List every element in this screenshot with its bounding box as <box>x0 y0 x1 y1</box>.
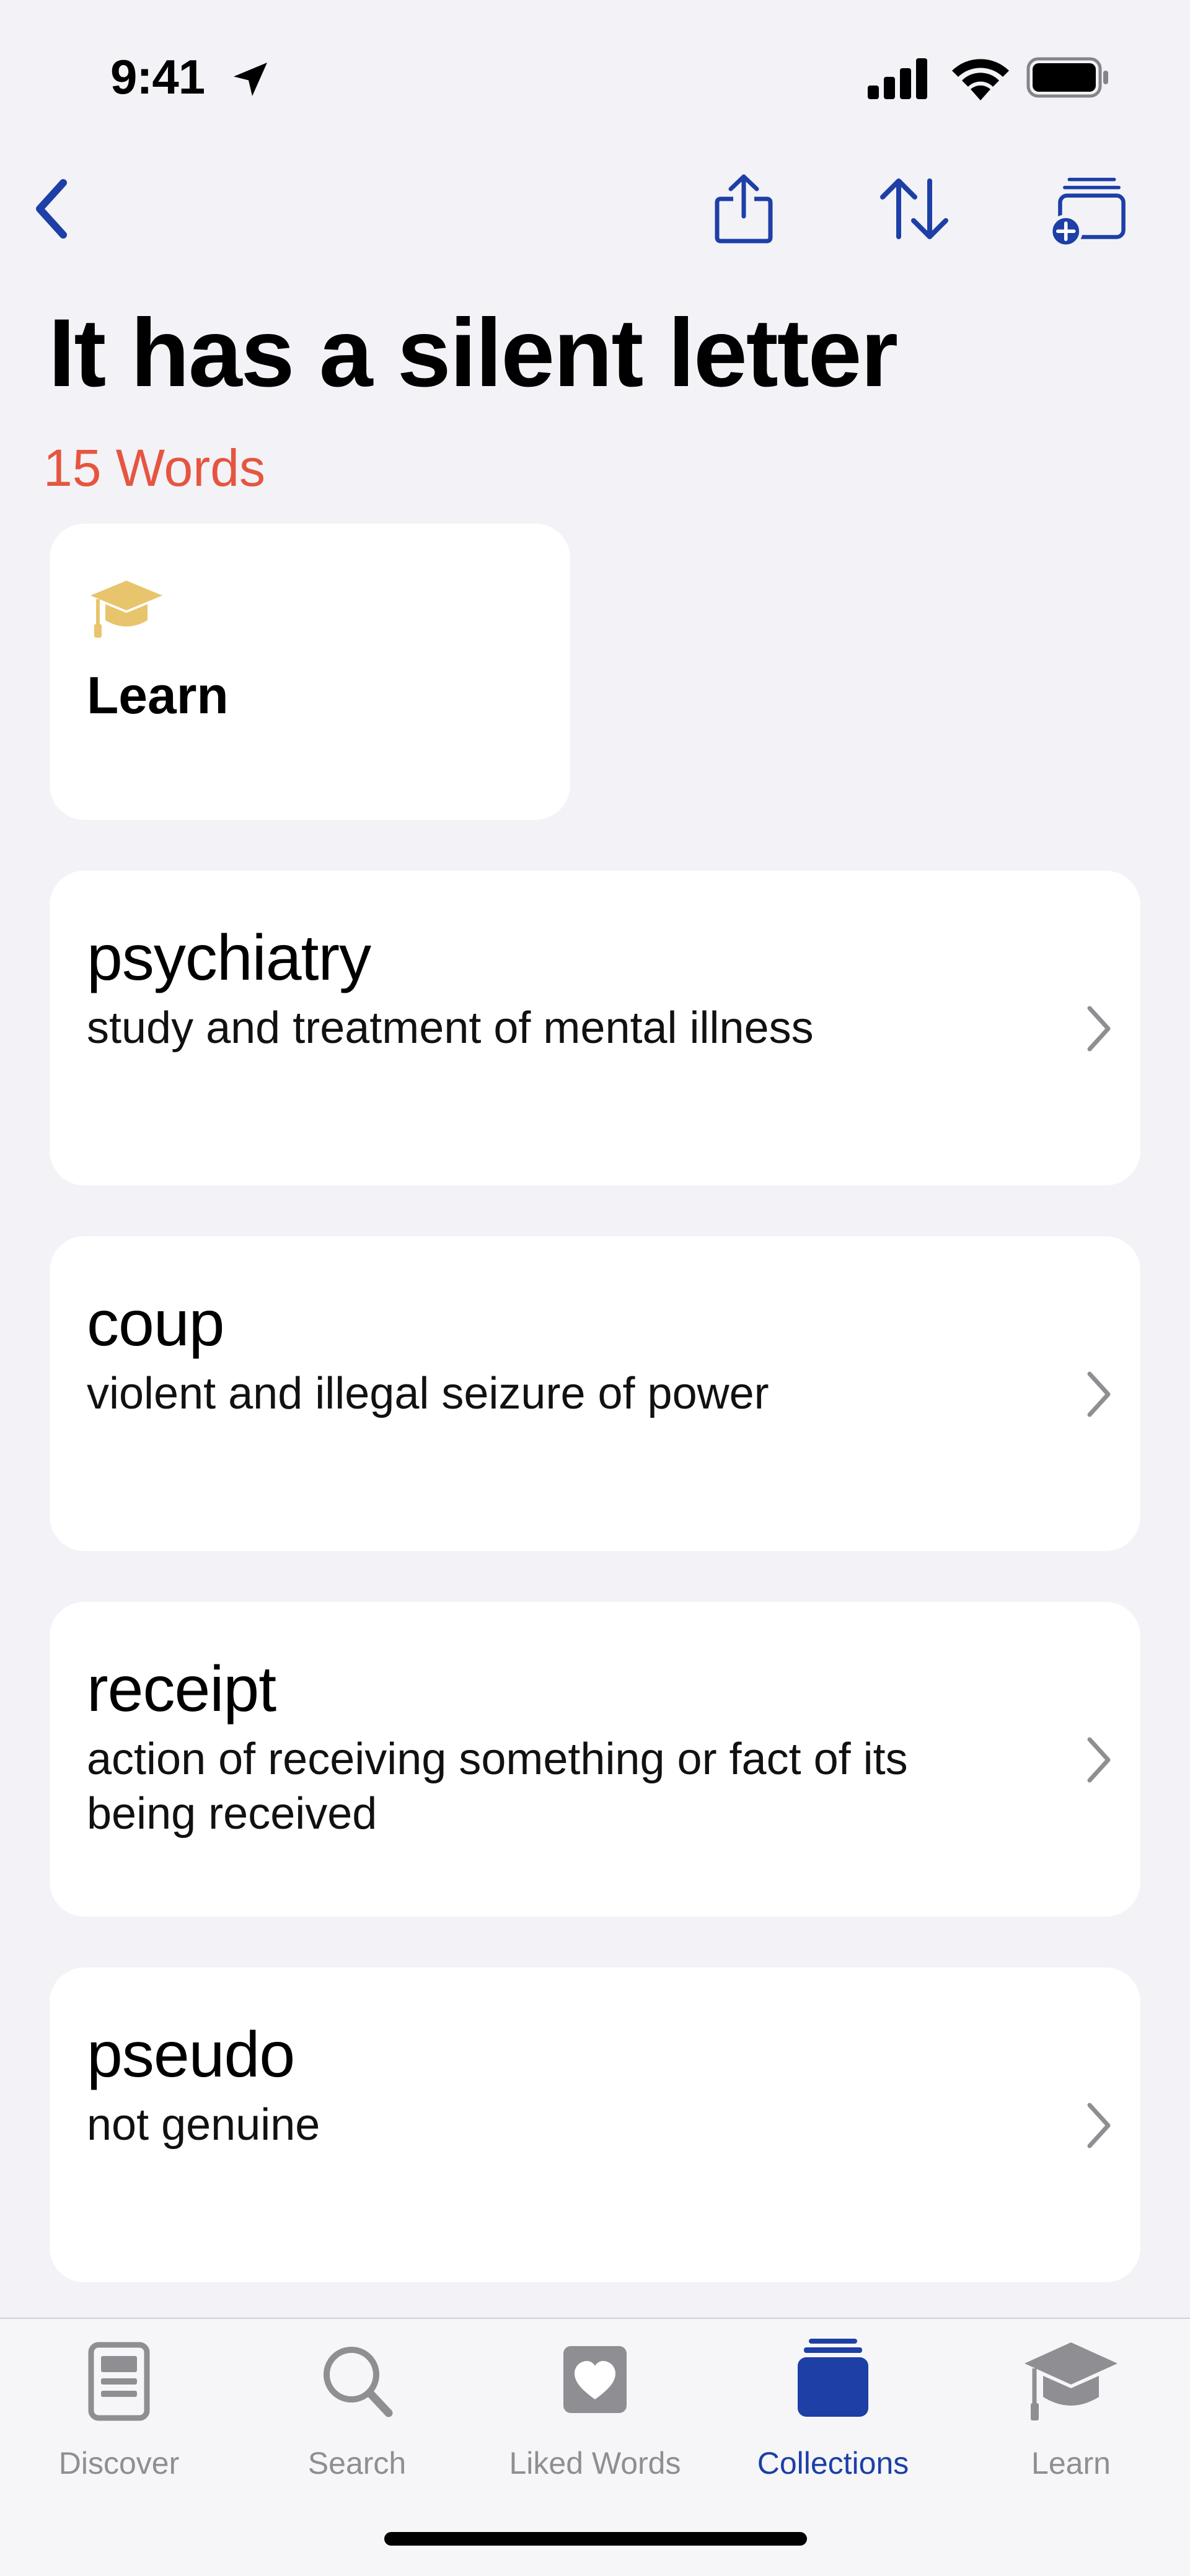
graduation-cap-icon <box>1025 2342 1117 2420</box>
search-icon <box>324 2347 393 2417</box>
heart-icon <box>563 2346 627 2413</box>
chevron-right-icon <box>1087 1737 1111 1783</box>
sort-button[interactable] <box>874 169 954 249</box>
word-count: 15 Words <box>43 439 265 497</box>
word-definition: violent and illegal seizure of power <box>87 1369 769 1418</box>
cellular-signal-icon <box>868 58 927 99</box>
tab-liked-words[interactable]: Liked Words <box>476 2337 714 2499</box>
chevron-right-icon <box>1087 1006 1111 1052</box>
back-button[interactable] <box>12 169 93 249</box>
sort-arrows-icon <box>880 178 948 239</box>
share-icon <box>715 174 773 244</box>
discover-icon <box>88 2342 150 2421</box>
learn-card[interactable]: Learn <box>50 524 570 820</box>
status-time: 9:41 <box>110 50 205 104</box>
word-title: coup <box>87 1288 225 1360</box>
home-indicator <box>384 2532 807 2546</box>
tab-label: Liked Words <box>509 2446 681 2481</box>
chevron-right-icon <box>1087 1371 1111 1417</box>
chevron-left-icon <box>36 179 67 239</box>
collections-icon <box>798 2339 868 2417</box>
add-to-collection-button[interactable] <box>1047 169 1128 249</box>
word-card[interactable]: pseudo not genuine <box>50 1967 1140 2282</box>
word-definition: study and treatment of mental illness <box>87 1003 814 1053</box>
tab-label: Collections <box>757 2446 909 2481</box>
wifi-icon <box>952 59 1009 100</box>
tab-discover[interactable]: Discover <box>0 2337 238 2499</box>
tab-label: Discover <box>58 2446 180 2481</box>
tab-search[interactable]: Search <box>238 2337 476 2499</box>
share-button[interactable] <box>703 169 784 249</box>
word-title: pseudo <box>87 2019 295 2091</box>
word-definition: action of receiving something or fact of… <box>87 1734 908 1839</box>
word-card[interactable]: coup violent and illegal seizure of powe… <box>50 1236 1140 1551</box>
learn-card-label: Learn <box>87 666 229 724</box>
word-definition: not genuine <box>87 2100 320 2150</box>
chevron-right-icon <box>1087 2103 1111 2148</box>
tab-collections[interactable]: Collections <box>714 2337 952 2499</box>
tab-label: Learn <box>1031 2446 1111 2481</box>
page-title: It has a silent letter <box>48 299 898 407</box>
tab-learn[interactable]: Learn <box>952 2337 1190 2499</box>
word-title: receipt <box>87 1653 276 1725</box>
word-card[interactable]: psychiatry study and treatment of mental… <box>50 871 1140 1185</box>
add-collection-icon <box>1049 177 1126 248</box>
battery-icon <box>1026 57 1108 98</box>
graduation-cap-icon <box>90 581 162 638</box>
word-title: psychiatry <box>87 922 371 994</box>
word-card[interactable]: receipt action of receiving something or… <box>50 1602 1140 1917</box>
location-arrow-icon <box>234 63 267 96</box>
tab-label: Search <box>307 2446 407 2481</box>
